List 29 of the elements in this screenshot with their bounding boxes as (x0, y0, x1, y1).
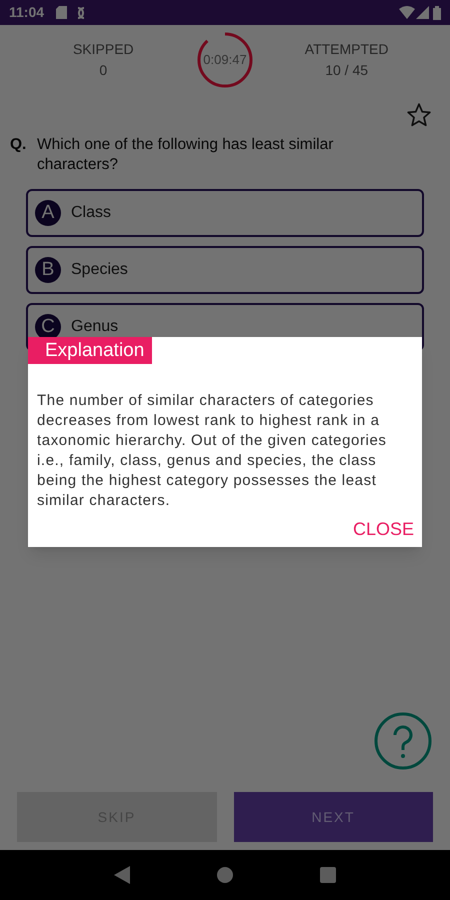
option-letter: B (35, 257, 61, 283)
recents-icon[interactable] (320, 867, 336, 883)
option-text: Class (71, 203, 112, 223)
timer-text: 0:09:47 (203, 51, 247, 70)
attempted-count: 10 / 45 (325, 61, 368, 80)
answer-option[interactable]: A Class (26, 189, 424, 237)
skipped-label: SKIPPED (72, 40, 134, 59)
sd-card-icon (56, 6, 68, 19)
next-button[interactable]: NEXT (234, 792, 433, 842)
status-time: 11:04 (9, 3, 44, 22)
option-text: Genus (71, 317, 118, 337)
dialog-title: Explanation (28, 337, 152, 364)
skipped-count: 0 (99, 61, 108, 80)
wifi-icon (399, 6, 415, 19)
option-letter: A (35, 200, 61, 226)
question-prefix: Q. (10, 135, 28, 155)
answer-option[interactable]: B Species (26, 246, 424, 294)
star-icon[interactable] (406, 102, 432, 128)
help-icon[interactable] (374, 712, 432, 770)
attempted-label: ATTEMPTED (304, 40, 389, 59)
option-text: Species (71, 260, 128, 280)
back-icon[interactable] (114, 866, 130, 884)
home-icon[interactable] (216, 867, 233, 883)
signal-icon (416, 6, 429, 19)
battery-icon (433, 6, 441, 20)
explanation-text: The number of similar characters of categories decreases from lowest rank to highest rank in a taxonomic hierarchy. Out of the given categories i.e., family, class, genus and species, the class being the highest category possesses the least similar characters. (36, 391, 388, 511)
close-button[interactable]: CLOSE (352, 516, 414, 543)
question-text: Which one of the following has least similar characters? (37, 135, 334, 175)
sync-icon (76, 6, 86, 20)
